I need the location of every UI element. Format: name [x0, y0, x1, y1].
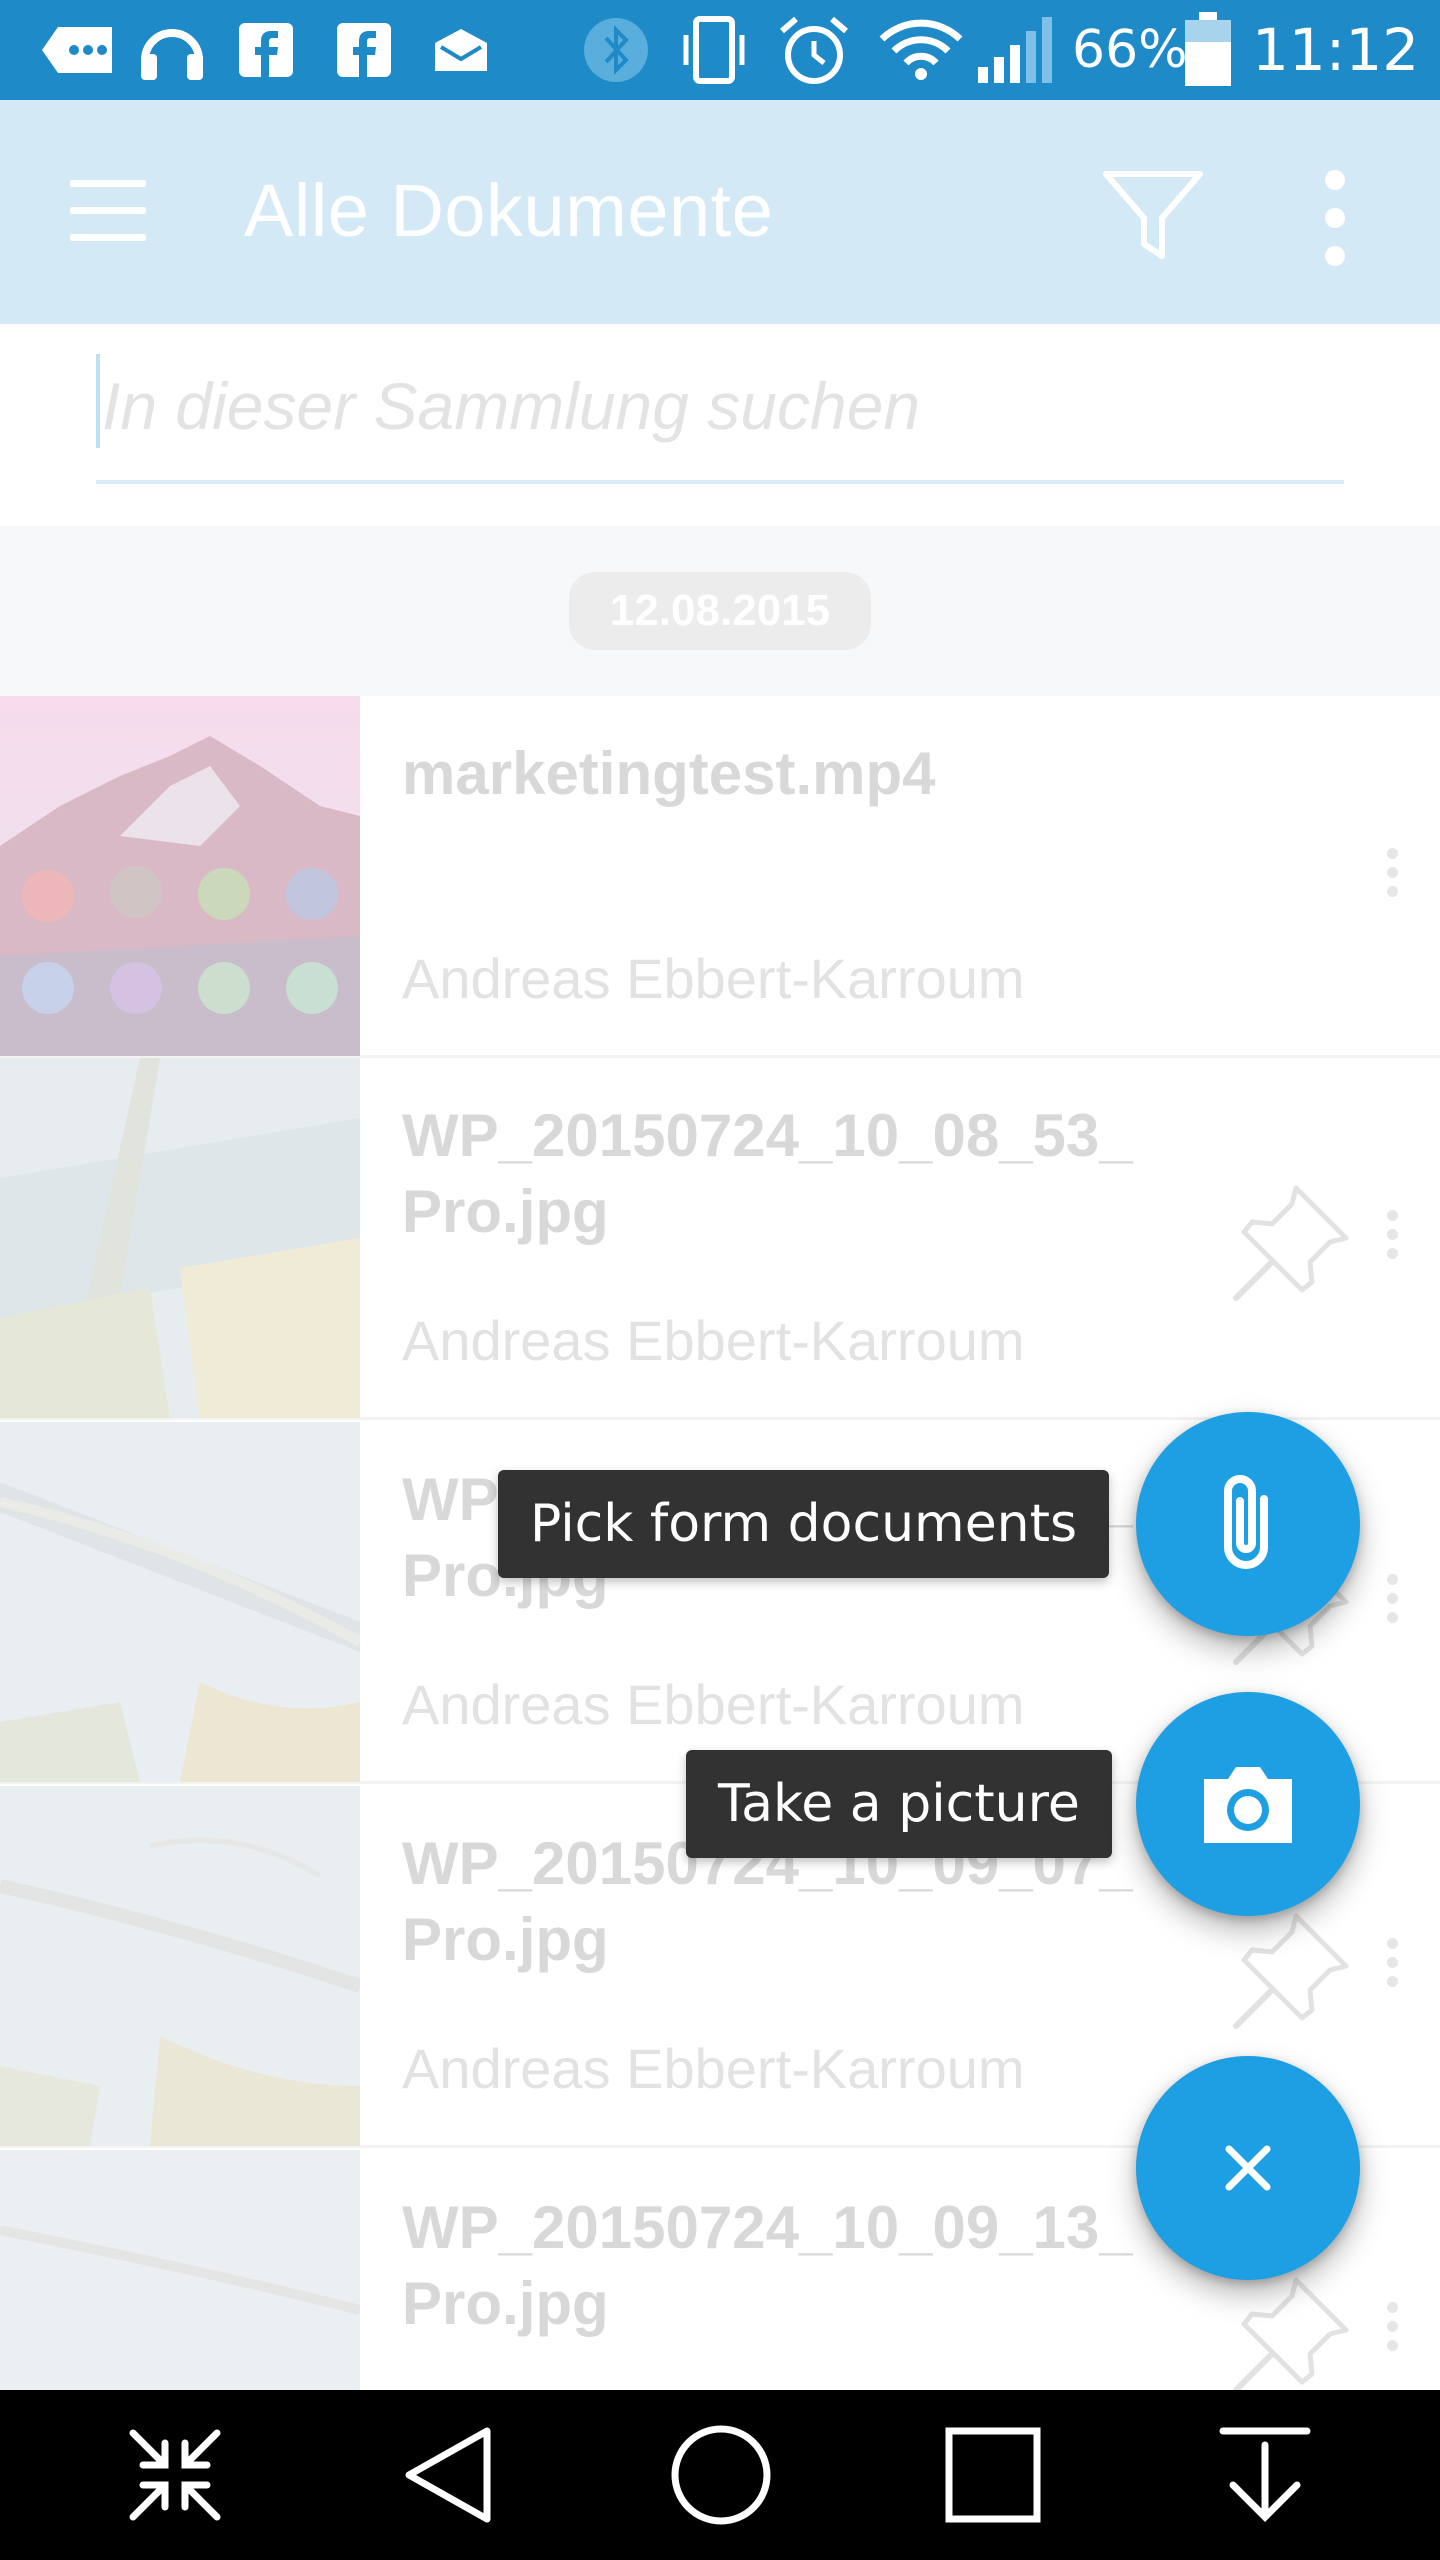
document-author: Andreas Ebbert-Karroum [402, 947, 1025, 1010]
shrink-icon[interactable] [110, 2410, 240, 2540]
facebook-icon [334, 18, 394, 82]
status-bar: 66% 11:12 [0, 0, 1440, 100]
document-name: marketingtest.mp4 [402, 740, 936, 807]
pin-icon[interactable] [1226, 2270, 1356, 2390]
document-author: Andreas Ebbert-Karroum [402, 1309, 1025, 1372]
item-overflow-icon[interactable] [1380, 1574, 1404, 1634]
mail-icon [428, 18, 494, 82]
search-underline [96, 480, 1344, 484]
date-section: 12.08.2015 [0, 526, 1440, 696]
thumbnail-image [0, 1422, 360, 1782]
item-overflow-icon[interactable] [1380, 1210, 1404, 1270]
item-overflow-icon[interactable] [1380, 848, 1404, 908]
date-chip: 12.08.2015 [569, 572, 871, 650]
camera-icon [1204, 1767, 1292, 1843]
pin-icon[interactable] [1226, 1178, 1356, 1308]
battery-icon [1180, 12, 1236, 86]
list-item[interactable]: marketingtest.mp4 Andreas Ebbert-Karroum [0, 696, 1440, 1058]
search-section [0, 324, 1440, 526]
battery-percent: 66% [1072, 20, 1188, 80]
home-icon[interactable] [656, 2410, 786, 2540]
app-bar: Alle Dokumente [0, 100, 1440, 324]
camera-fab-button[interactable] [1136, 1692, 1360, 1916]
item-overflow-icon[interactable] [1380, 2302, 1404, 2362]
pick-documents-tooltip[interactable]: Pick form documents [498, 1470, 1110, 1578]
menu-icon[interactable] [70, 180, 150, 244]
filter-icon[interactable] [1098, 160, 1208, 270]
signal-icon [972, 17, 1062, 83]
document-author: Andreas Ebbert-Karroum [402, 1673, 1025, 1736]
close-icon [1225, 2145, 1271, 2191]
paperclip-icon [1224, 1475, 1268, 1569]
document-name: WP_20150724_10_09_13_ Pro.jpg [402, 2194, 1133, 2337]
item-overflow-icon[interactable] [1380, 1938, 1404, 1998]
recents-icon[interactable] [928, 2410, 1058, 2540]
clock: 11:12 [1252, 16, 1420, 84]
notification-pull-icon[interactable] [1200, 2410, 1330, 2540]
thumbnail-image [0, 1058, 360, 1418]
messages-icon [38, 18, 118, 82]
facebook-icon [236, 18, 296, 82]
document-author: Andreas Ebbert-Karroum [402, 2037, 1025, 2100]
page-title: Alle Dokumente [244, 169, 774, 252]
pin-icon[interactable] [1226, 1906, 1356, 2036]
close-fab-button[interactable] [1136, 2056, 1360, 2280]
vibrate-icon [680, 16, 750, 84]
attach-fab-button[interactable] [1136, 1412, 1360, 1636]
take-picture-tooltip[interactable]: Take a picture [686, 1750, 1112, 1858]
search-input[interactable] [96, 364, 1344, 448]
thumbnail-image [0, 696, 360, 1056]
headset-icon [136, 18, 208, 82]
navigation-bar [0, 2390, 1440, 2560]
back-icon[interactable] [384, 2410, 514, 2540]
bluetooth-icon [580, 18, 652, 82]
document-name: WP_20150724_10_08_53_ Pro.jpg [402, 1102, 1133, 1245]
alarm-icon [774, 16, 854, 84]
wifi-icon [876, 18, 966, 82]
overflow-menu-icon[interactable] [1310, 170, 1360, 270]
thumbnail-image [0, 1786, 360, 2146]
list-item[interactable]: WP_20150724_10_08_53_ Pro.jpg Andreas Eb… [0, 1058, 1440, 1420]
thumbnail-image [0, 2150, 360, 2390]
